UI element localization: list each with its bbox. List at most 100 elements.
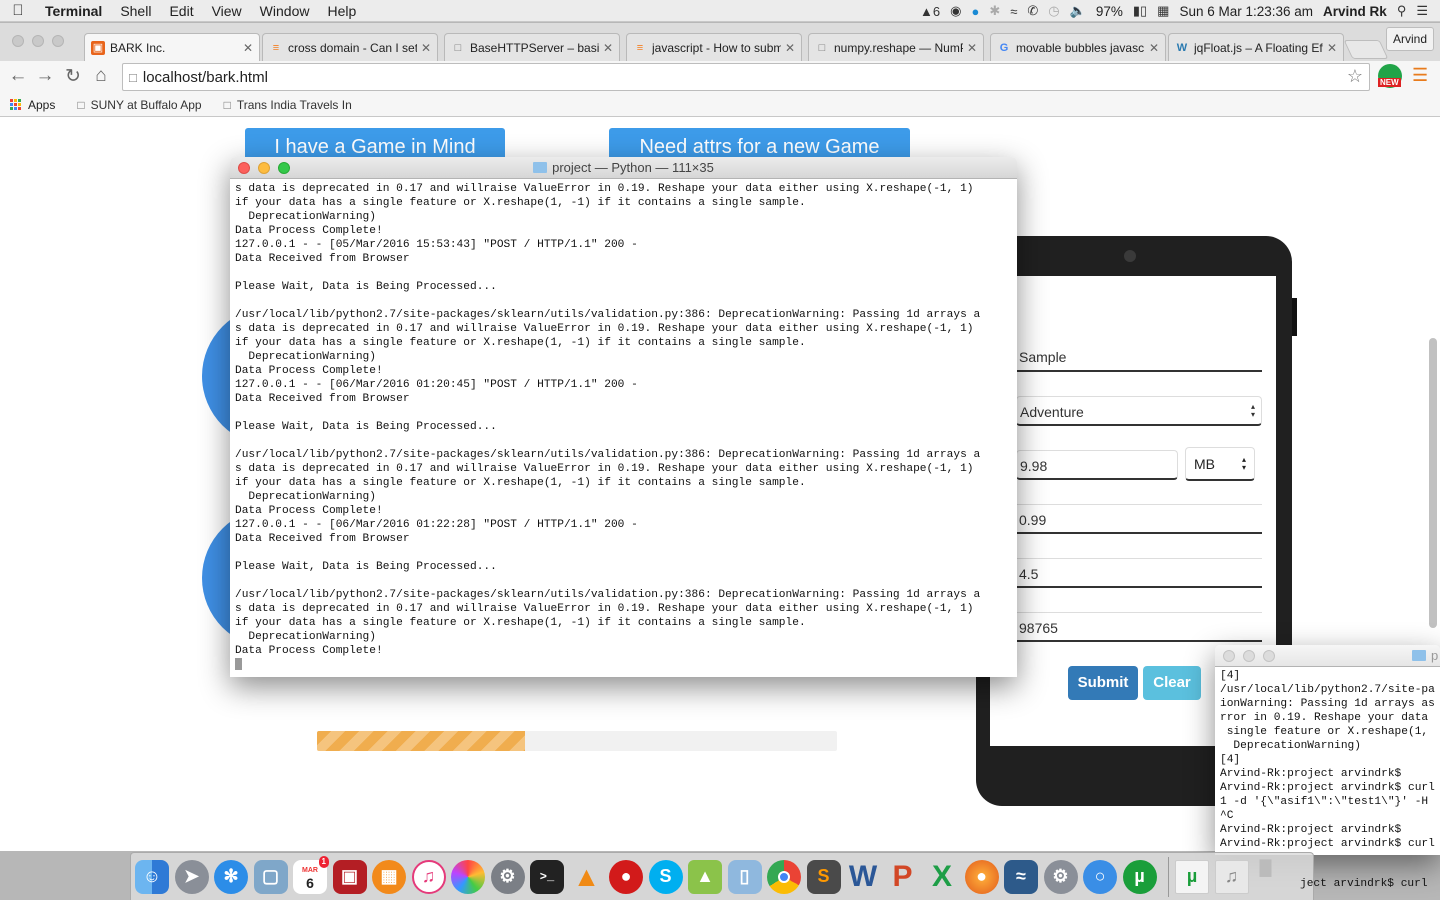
vlc-icon[interactable]: ▲ <box>570 860 604 894</box>
tab-cross-domain[interactable]: ≡ cross domain - Can I set ✕ <box>262 33 438 61</box>
zoom-window-button[interactable] <box>52 35 64 47</box>
chrome-menu-icon[interactable]: ☰ <box>1412 65 1428 86</box>
finder-icon[interactable]: ☺ <box>135 859 169 894</box>
time-machine-icon[interactable]: ◷ <box>1048 3 1059 19</box>
minimize-window-button[interactable] <box>258 162 270 174</box>
excel-icon[interactable]: X <box>925 860 959 894</box>
launchpad-icon[interactable]: ➤ <box>174 859 209 894</box>
zoom-window-button[interactable] <box>1263 650 1275 662</box>
new-tab-button[interactable] <box>1343 40 1389 59</box>
volume-icon[interactable]: 🔈 <box>1070 3 1086 19</box>
calendar-icon[interactable]: MAR 6 1 <box>293 855 329 894</box>
ibooks-icon[interactable]: ▦ <box>372 859 406 894</box>
tab-jqfloat[interactable]: W jqFloat.js – A Floating Ef ✕ <box>1168 33 1344 61</box>
home-icon[interactable]: ⌂ <box>89 65 113 87</box>
shazam-icon[interactable]: ● <box>971 4 979 19</box>
tab-javascript-submit[interactable]: ≡ javascript - How to subm ✕ <box>626 33 802 61</box>
size-input[interactable]: 9.98 <box>1016 450 1178 480</box>
sublime-text-icon[interactable]: S <box>806 859 841 894</box>
menu-shell[interactable]: Shell <box>111 3 160 19</box>
wifi-icon[interactable]: ≈ <box>1010 4 1017 19</box>
close-tab-icon[interactable]: ✕ <box>603 41 613 55</box>
minimize-window-button[interactable] <box>1243 650 1255 662</box>
reload-icon[interactable]: ↻ <box>61 65 85 88</box>
submit-button[interactable]: Submit <box>1068 666 1138 700</box>
close-tab-icon[interactable]: ✕ <box>1149 41 1159 55</box>
close-tab-icon[interactable]: ✕ <box>1327 41 1337 55</box>
itunes-icon[interactable]: ♫ <box>411 859 446 894</box>
trash-icon[interactable]: ▘ <box>1254 860 1288 894</box>
torrent-file-icon[interactable]: µ <box>1175 859 1209 894</box>
menu-edit[interactable]: Edit <box>160 3 202 19</box>
input-menu-icon[interactable]: ▦ <box>1157 3 1169 19</box>
music-icon[interactable]: ♫ <box>1214 859 1249 894</box>
menu-view[interactable]: View <box>203 3 251 19</box>
grammarly-extension-icon[interactable]: NEW <box>1378 64 1402 88</box>
address-bar[interactable]: □ localhost/bark.html ☆ <box>122 63 1370 91</box>
price-input[interactable]: 0.99 <box>1016 504 1262 534</box>
close-tab-icon[interactable]: ✕ <box>421 41 431 55</box>
close-tab-icon[interactable]: ✕ <box>967 41 977 55</box>
close-tab-icon[interactable]: ✕ <box>243 41 253 55</box>
powerpoint-icon[interactable]: P <box>886 860 920 894</box>
clear-button[interactable]: Clear <box>1143 666 1201 700</box>
menu-app-terminal[interactable]: Terminal <box>36 3 111 19</box>
preview-icon[interactable]: ▢ <box>253 859 288 894</box>
tab-basehttpserver[interactable]: □ BaseHTTPServer – basic ✕ <box>444 33 620 61</box>
user-name[interactable]: Arvind Rk <box>1323 4 1387 19</box>
system-preferences-icon[interactable]: ⚙ <box>1043 859 1078 894</box>
red-icon[interactable]: ● <box>609 859 643 894</box>
game-name-input[interactable]: Sample <box>1016 342 1262 372</box>
photos-icon[interactable] <box>451 859 485 894</box>
word-icon[interactable]: W <box>846 860 880 894</box>
rating-input[interactable]: 4.5 <box>1016 558 1262 588</box>
tab-bark[interactable]: ▣ BARK Inc. ✕ <box>84 33 260 61</box>
terminal-titlebar[interactable]: project — Python — 111×35 <box>230 157 1017 179</box>
close-window-button[interactable] <box>1223 650 1235 662</box>
firefox-icon[interactable]: ● <box>964 859 999 894</box>
photo-booth-icon[interactable]: ▣ <box>332 859 367 894</box>
terminal-icon[interactable]: >_ <box>530 859 564 894</box>
mysql-workbench-icon[interactable]: ≈ <box>1004 859 1038 894</box>
system-preferences-icon[interactable]: ⚙ <box>490 859 525 894</box>
utorrent-icon[interactable]: µ <box>1122 859 1157 894</box>
page-scrollbar[interactable] <box>1429 338 1437 628</box>
virtualbox-icon[interactable]: ▯ <box>727 859 762 894</box>
safari-icon[interactable]: ✻ <box>214 859 248 894</box>
adobe-icon[interactable]: ▲6 <box>920 4 940 19</box>
terminal-output[interactable]: s data is deprecated in 0.17 and willrai… <box>230 179 1017 676</box>
battery-icon[interactable]: ▮▯ <box>1133 3 1147 19</box>
skype-icon[interactable]: S <box>648 859 683 894</box>
back-icon[interactable]: ← <box>6 65 30 87</box>
close-tab-icon[interactable]: ✕ <box>785 41 795 55</box>
phone-icon[interactable]: ✆ <box>1027 3 1038 19</box>
forward-icon[interactable]: → <box>33 65 57 87</box>
notification-center-icon[interactable]: ☰ <box>1416 3 1428 19</box>
menu-help[interactable]: Help <box>318 3 365 19</box>
menu-window[interactable]: Window <box>251 3 319 19</box>
bluetooth-icon[interactable]: ✱ <box>989 3 1000 19</box>
bookmark-apps[interactable]: Apps <box>10 98 55 112</box>
android-icon[interactable]: ▲ <box>688 859 722 894</box>
tab-numpy-reshape[interactable]: □ numpy.reshape — NumP ✕ <box>808 33 984 61</box>
close-window-button[interactable] <box>238 162 250 174</box>
genre-select[interactable]: Adventure <box>1016 396 1262 426</box>
messages-icon[interactable]: ○ <box>1083 859 1117 894</box>
bookmark-trans-india[interactable]: □ Trans India Travels In <box>224 98 352 112</box>
bookmark-suny[interactable]: □ SUNY at Buffalo App <box>77 98 201 112</box>
tab-movable-bubbles[interactable]: G movable bubbles javasc ✕ <box>990 33 1166 61</box>
bookmark-star-icon[interactable]: ☆ <box>1347 66 1363 87</box>
spotlight-search-icon[interactable]: ⚲ <box>1397 3 1407 19</box>
zoom-window-button[interactable] <box>278 162 290 174</box>
minimize-window-button[interactable] <box>32 35 44 47</box>
reviews-input[interactable]: 98765 <box>1016 612 1262 642</box>
page-info-icon[interactable]: □ <box>129 70 137 85</box>
chrome-icon[interactable] <box>767 859 801 894</box>
clock[interactable]: Sun 6 Mar 1:23:36 am <box>1179 4 1313 19</box>
profile-button[interactable]: Arvind <box>1386 27 1434 51</box>
terminal-titlebar[interactable]: p <box>1215 645 1440 667</box>
shield-icon[interactable]: ◉ <box>950 3 961 19</box>
terminal-output[interactable]: [4] /usr/local/lib/python2.7/site-pa ion… <box>1215 667 1440 853</box>
apple-icon[interactable]:  <box>0 2 36 19</box>
size-unit-select[interactable]: MB <box>1185 447 1255 481</box>
